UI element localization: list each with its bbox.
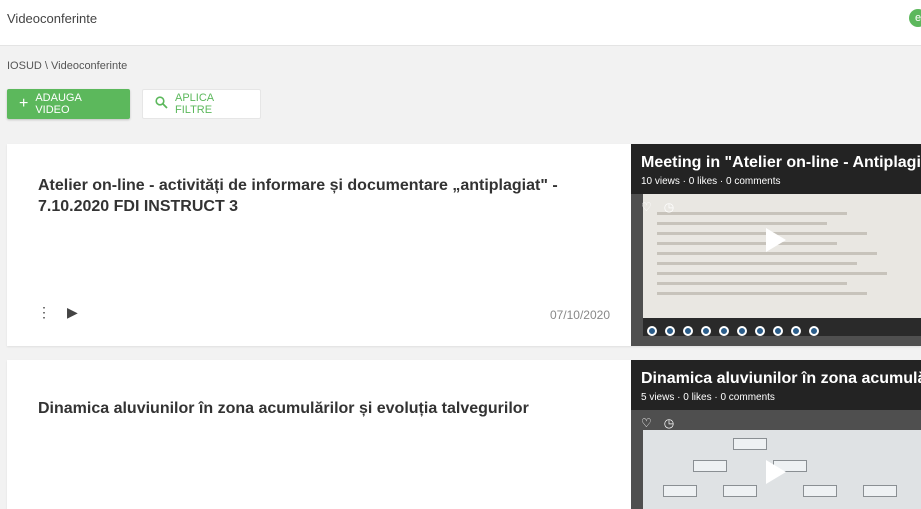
video-thumbnail[interactable]: Meeting in "Atelier on-line - Antiplagia… xyxy=(631,144,921,346)
video-date: 07/10/2020 xyxy=(549,308,610,322)
heart-icon[interactable]: ♡ xyxy=(641,200,652,214)
participant-avatars xyxy=(647,326,819,336)
video-title[interactable]: Atelier on-line - activități de informar… xyxy=(38,175,598,217)
video-card[interactable]: Atelier on-line - activități de informar… xyxy=(7,144,921,346)
clock-icon[interactable]: ◷ xyxy=(664,416,674,430)
user-avatar[interactable]: e xyxy=(909,9,921,27)
plus-icon: + xyxy=(19,95,29,112)
apply-filters-button[interactable]: APLICA FILTRE xyxy=(142,89,261,119)
slide-preview xyxy=(643,194,921,336)
card-actions: ⋮ ▶ xyxy=(37,304,78,321)
breadcrumb: IOSUD \ Videoconferinte xyxy=(7,60,128,72)
thumbnail-icons: ♡ ◷ xyxy=(641,416,674,430)
search-icon xyxy=(155,96,168,112)
thumbnail-title: Meeting in "Atelier on-line - Antiplagia… xyxy=(641,154,921,171)
page-title: Videoconferinte xyxy=(7,11,98,26)
heart-icon[interactable]: ♡ xyxy=(641,416,652,430)
thumbnail-title: Dinamica aluviunilor în zona acumulărilo… xyxy=(641,370,921,387)
play-icon[interactable] xyxy=(766,460,786,484)
thumbnail-stats: 5 views · 0 likes · 0 comments xyxy=(641,392,775,403)
thumbnail-stats: 10 views · 0 likes · 0 comments xyxy=(641,176,781,187)
thumbnail-icons: ♡ ◷ xyxy=(641,200,674,214)
play-icon[interactable] xyxy=(766,228,786,252)
video-thumbnail[interactable]: Dinamica aluviunilor în zona acumulărilo… xyxy=(631,360,921,509)
video-card[interactable]: Dinamica aluviunilor în zona acumulărilo… xyxy=(7,360,921,509)
kebab-menu-icon[interactable]: ⋮ xyxy=(37,304,51,321)
add-video-label: ADAUGA VIDEO xyxy=(35,92,82,116)
play-icon[interactable]: ▶ xyxy=(67,304,78,321)
clock-icon[interactable]: ◷ xyxy=(664,200,674,214)
add-video-button[interactable]: + ADAUGA VIDEO xyxy=(7,89,130,119)
video-title[interactable]: Dinamica aluviunilor în zona acumulărilo… xyxy=(38,398,598,419)
apply-filters-label: APLICA FILTRE xyxy=(175,92,214,116)
top-bar: Videoconferinte e xyxy=(0,0,921,46)
